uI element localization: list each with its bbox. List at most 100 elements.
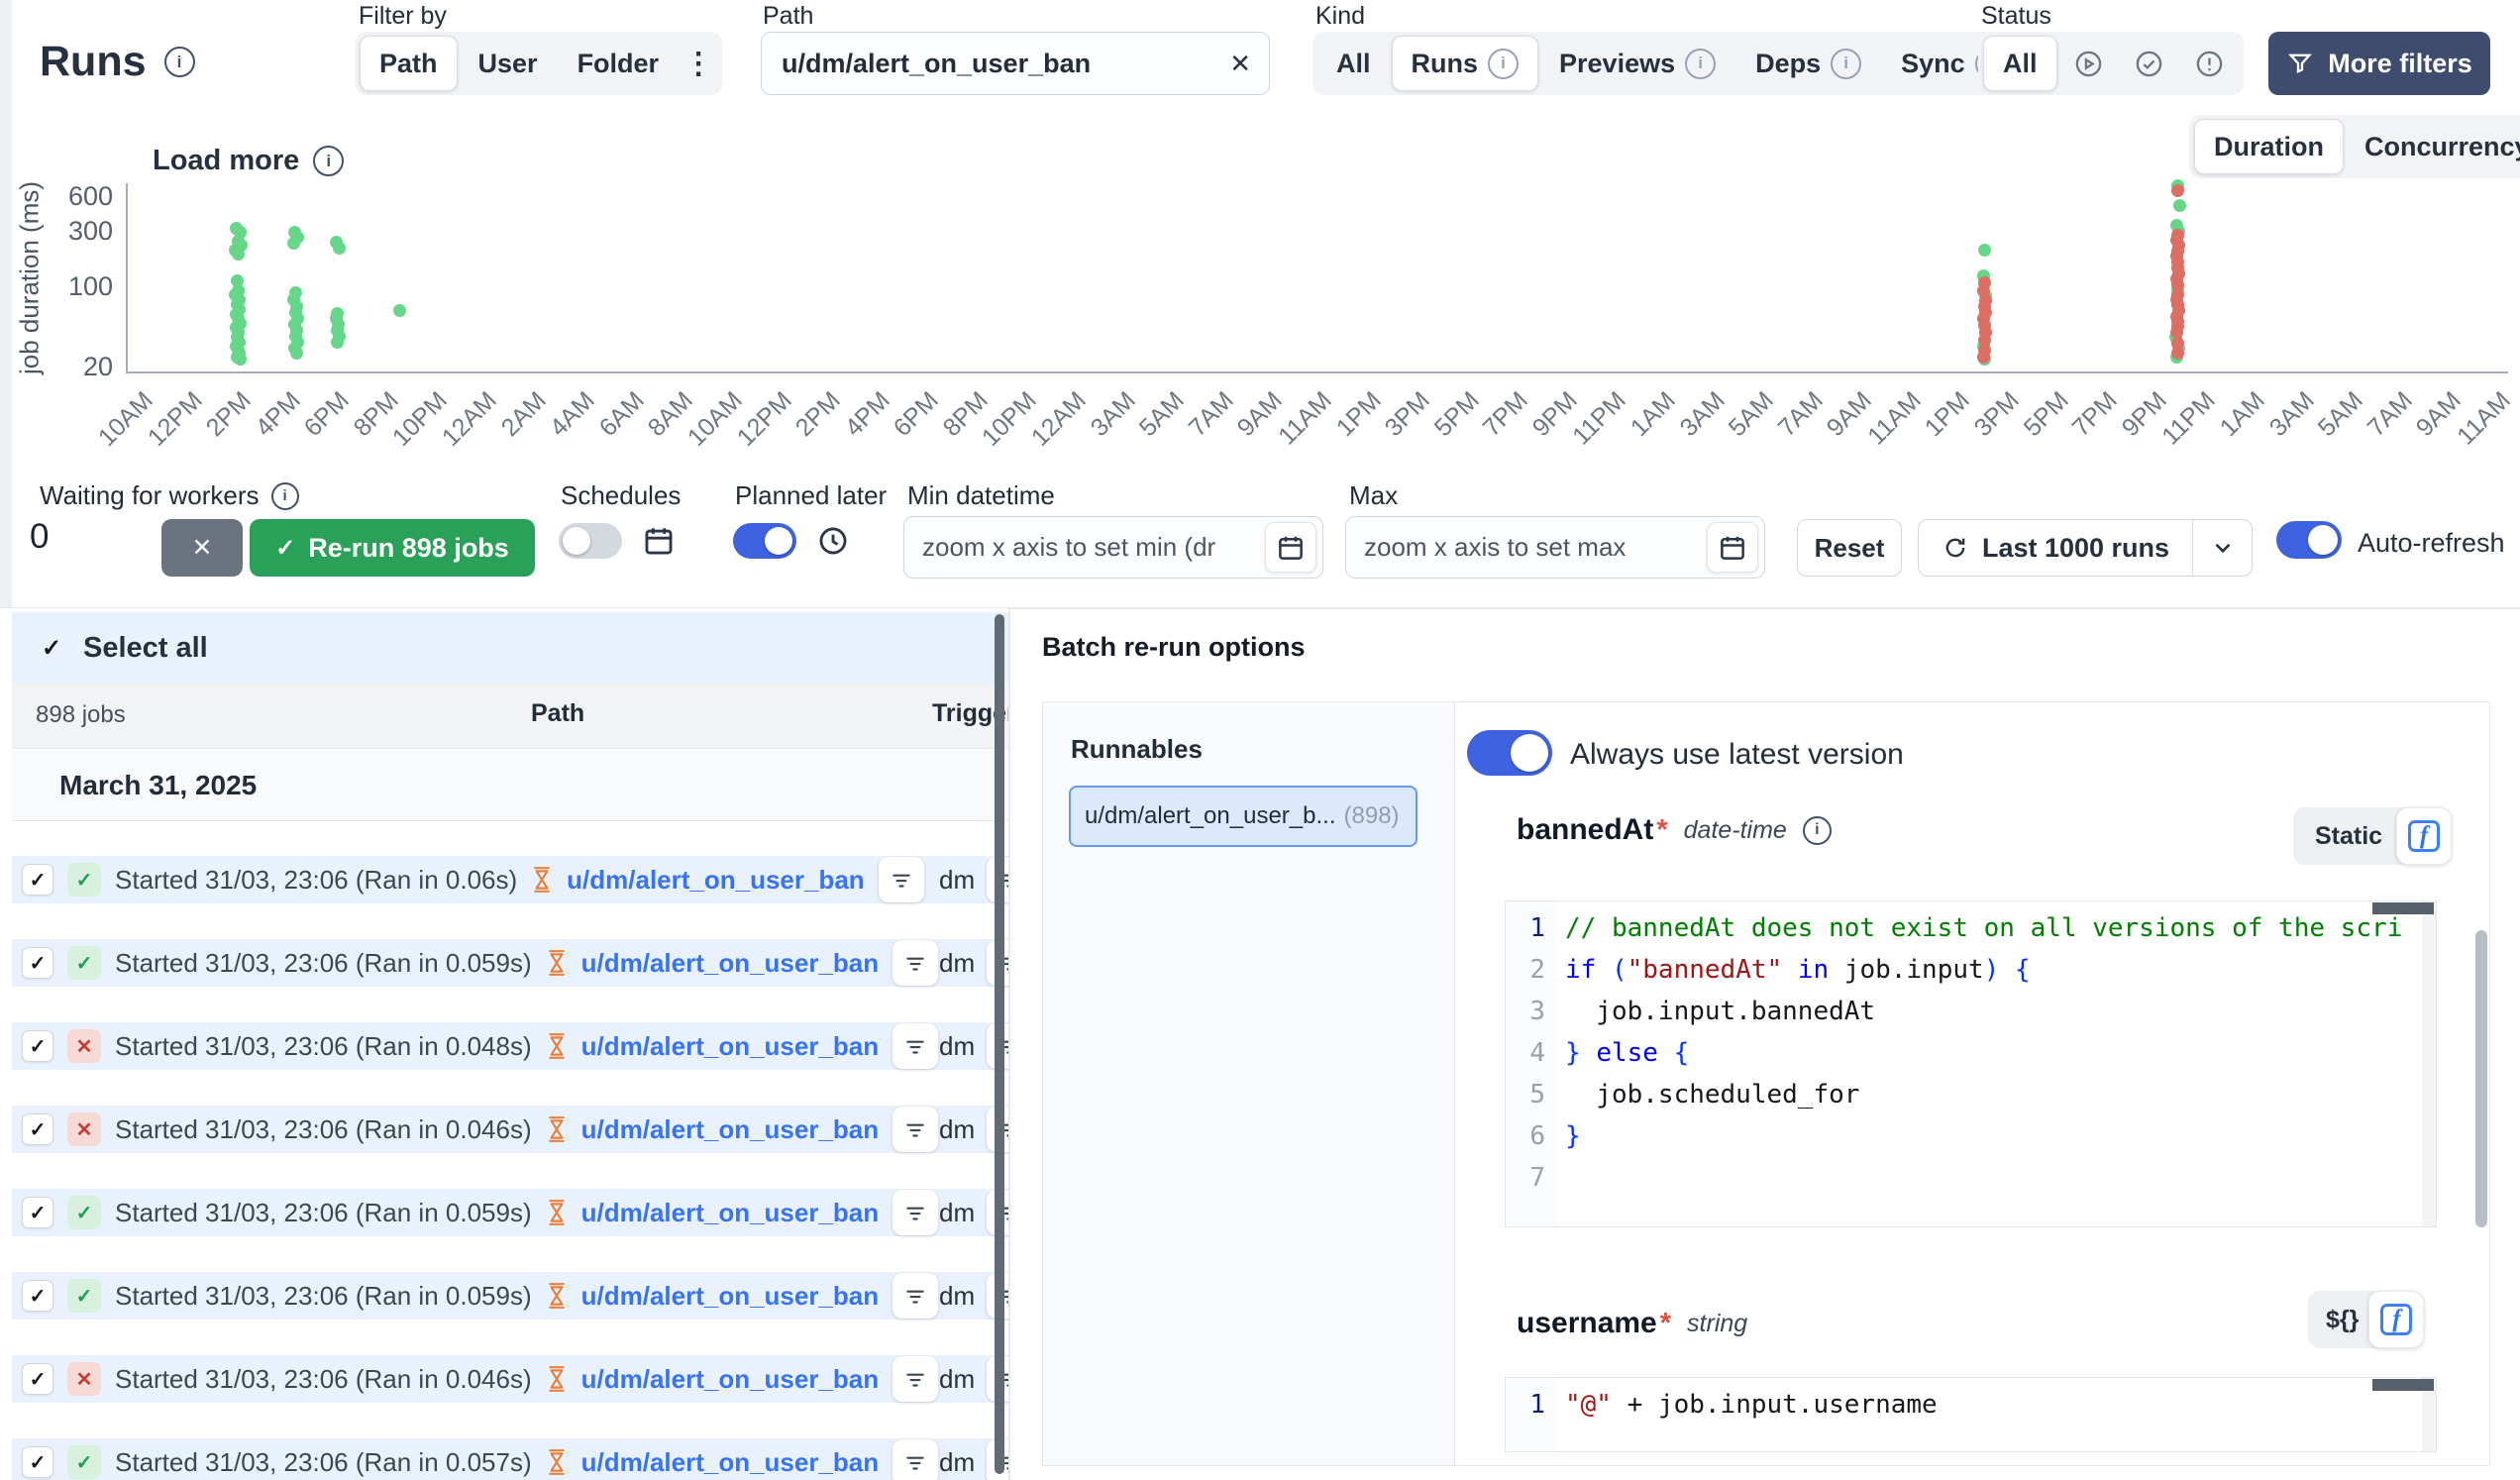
job-trigger: dm [939,1281,975,1312]
info-icon[interactable]: i [1831,49,1861,79]
min-calendar-button[interactable] [1265,522,1316,573]
status-tab-all[interactable]: All [1983,36,2057,91]
line-number: 6 [1506,1115,1545,1157]
planned-later-toggle[interactable] [733,523,796,559]
cancel-selection-button[interactable]: ✕ [161,519,243,577]
filter-tab-folder[interactable]: Folder [559,37,679,90]
waiting-workers-info-icon[interactable]: i [271,482,299,510]
page-title: Runs [40,38,147,86]
kind-tab-all[interactable]: All [1317,37,1390,90]
job-row[interactable]: ✓✓Started 31/03, 23:06 (Ran in 0.057s)u/… [12,1438,1009,1480]
row-checkbox[interactable]: ✓ [22,947,53,979]
refresh-runs-button[interactable]: Last 1000 runs [1919,520,2192,576]
success-badge: ✓ [67,1445,101,1479]
check-circle-icon [2134,49,2164,79]
mode-template-option[interactable]: ${} [2326,1306,2359,1334]
filter-by-path-button[interactable] [879,857,924,902]
schedules-toggle[interactable] [559,523,622,559]
username-mode-control: ${} f [2308,1291,2424,1348]
more-filters-button[interactable]: More filters [2268,32,2490,95]
load-more-info-icon[interactable]: i [313,146,344,176]
function-icon: f [2380,1304,2412,1335]
row-checkbox[interactable]: ✓ [22,1197,53,1228]
runs-info-icon[interactable]: i [164,47,195,77]
tab-concurrency[interactable]: Concurrency [2346,120,2520,173]
job-row[interactable]: ✓✕Started 31/03, 23:06 (Ran in 0.048s)u/… [12,1022,1009,1070]
bannedat-info-icon[interactable]: i [1803,816,1832,845]
job-row[interactable]: ✓✕Started 31/03, 23:06 (Ran in 0.046s)u/… [12,1355,1009,1403]
last-runs-dropdown-button[interactable] [2192,520,2252,576]
job-path-link[interactable]: u/dm/alert_on_user_ban [581,1281,880,1312]
filter-by-path-button[interactable] [892,1439,938,1480]
filter-by-path-button[interactable] [892,1356,938,1402]
row-checkbox[interactable]: ✓ [22,1280,53,1312]
job-row[interactable]: ✓✓Started 31/03, 23:06 (Ran in 0.06s)u/d… [12,856,1009,903]
filter-by-path-button[interactable] [892,1023,938,1069]
failure-badge: ✕ [67,1362,101,1396]
row-checkbox[interactable]: ✓ [22,1030,53,1062]
info-icon[interactable]: i [1685,49,1716,79]
job-path-link[interactable]: u/dm/alert_on_user_ban [581,948,880,979]
job-path-link[interactable]: u/dm/alert_on_user_ban [581,1114,880,1145]
select-all-checkbox[interactable]: ✓ [36,632,67,664]
job-row[interactable]: ✓✓Started 31/03, 23:06 (Ran in 0.059s)u/… [12,1189,1009,1236]
clear-path-icon[interactable]: ✕ [1229,49,1251,79]
row-checkbox[interactable]: ✓ [22,1113,53,1145]
editor-scroll-track[interactable] [2422,901,2436,1226]
job-path-link[interactable]: u/dm/alert_on_user_ban [581,1364,880,1395]
row-checkbox[interactable]: ✓ [22,1446,53,1478]
chart-plot-area[interactable] [127,183,2508,371]
job-path-link[interactable]: u/dm/alert_on_user_ban [567,865,865,896]
line-number: 5 [1506,1074,1545,1115]
username-code-editor[interactable]: 1"@" + job.input.username [1505,1377,2437,1452]
runnable-item[interactable]: u/dm/alert_on_user_b... (898) [1069,786,1418,847]
filter-tab-path[interactable]: Path [360,36,458,91]
bannedat-code-editor[interactable]: 1234567// bannedAt does not exist on all… [1505,900,2437,1227]
job-row[interactable]: ✓✕Started 31/03, 23:06 (Ran in 0.046s)u/… [12,1106,1009,1153]
row-checkbox[interactable]: ✓ [22,864,53,896]
filter-by-path-button[interactable] [892,1107,938,1152]
card-scrollbar[interactable] [2475,930,2487,1227]
filter-by-path-button[interactable] [892,1190,938,1235]
job-path-link[interactable]: u/dm/alert_on_user_ban [581,1198,880,1228]
tab-duration[interactable]: Duration [2194,119,2344,174]
job-path-link[interactable]: u/dm/alert_on_user_ban [581,1447,880,1478]
filter-kebab-menu-icon[interactable]: ⋮ [680,47,717,81]
y-axis-tick: 100 [18,271,113,302]
path-input[interactable]: u/dm/alert_on_user_ban ✕ [761,32,1270,95]
max-datetime-input[interactable]: zoom x axis to set max [1345,516,1765,579]
kind-tab-deps[interactable]: Depsi [1736,37,1880,90]
reset-button[interactable]: Reset [1797,519,1902,577]
filter-by-path-button[interactable] [892,1273,938,1319]
select-all-row: ✓ Select all [12,612,1009,684]
job-path-link[interactable]: u/dm/alert_on_user_ban [581,1031,880,1062]
info-icon[interactable]: i [1488,49,1519,79]
max-calendar-button[interactable] [1707,522,1758,573]
status-tab-running[interactable] [2059,37,2118,90]
job-row[interactable]: ✓✓Started 31/03, 23:06 (Ran in 0.059s)u/… [12,939,1009,987]
status-tab-failure[interactable] [2180,37,2239,90]
refresh-icon [1942,534,1969,562]
calendar-icon [642,524,676,558]
calendar-icon [1718,533,1747,563]
mode-javascript-button[interactable]: f [2368,1291,2424,1348]
rerun-jobs-button[interactable]: ✓ Re-run 898 jobs [250,519,535,577]
min-datetime-input[interactable]: zoom x axis to set min (dr [903,516,1323,579]
filter-by-path-button[interactable] [892,940,938,986]
mode-static-option[interactable]: Static [2315,822,2382,851]
load-more-button[interactable]: Load more [153,145,299,177]
job-list-scrollbar[interactable] [995,614,1004,1474]
row-checkbox[interactable]: ✓ [22,1363,53,1395]
auto-refresh-toggle[interactable] [2276,521,2342,559]
mode-javascript-button[interactable]: f [2396,807,2452,865]
filter-tab-user[interactable]: User [460,37,557,90]
job-start-text: Started 31/03, 23:06 (Ran in 0.059s) [115,948,532,979]
status-tab-success[interactable] [2120,37,2178,90]
job-row[interactable]: ✓✓Started 31/03, 23:06 (Ran in 0.059s)u/… [12,1272,1009,1320]
x-axis-tick: 12AM [1026,386,1093,453]
job-list-panel: ✓ Select all 898 jobs Path Trigger March… [0,608,1009,1480]
latest-version-toggle[interactable] [1467,730,1552,776]
kind-tab-runs[interactable]: Runsi [1392,36,1539,91]
code-line: "@" + job.input.username [1565,1384,2436,1426]
kind-tab-previews[interactable]: Previewsi [1540,37,1734,90]
